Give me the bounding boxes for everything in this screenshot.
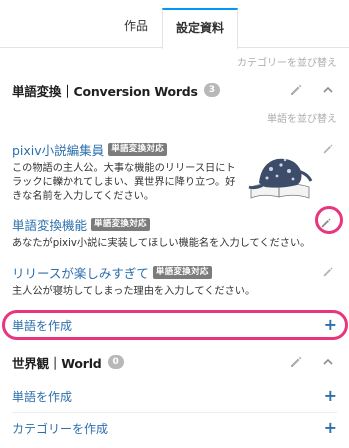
tab-bar: 作品 設定資料 — [0, 8, 349, 49]
conversion-tag: 単語変換対応 — [108, 143, 167, 156]
word-description: 主人公が寝坊してしまった理由を入力してください。 — [12, 286, 256, 297]
pencil-icon[interactable] — [319, 140, 337, 158]
word-title[interactable]: 単語変換機能 — [12, 215, 87, 234]
pencil-icon[interactable] — [319, 263, 337, 281]
word-thumbnail-image — [245, 151, 315, 201]
conversion-tag: 単語変換対応 — [152, 266, 212, 279]
word-sort-link[interactable]: 単語を並び替え — [267, 110, 337, 125]
plus-icon: + — [323, 418, 337, 437]
section-header-conversion: 単語変換｜Conversion Words 3 — [12, 78, 337, 102]
tab-settings[interactable]: 設定資料 — [162, 8, 238, 49]
highlight-circle — [315, 206, 343, 234]
plus-icon: + — [323, 386, 337, 405]
section-header-world: 世界観｜World 0 — [12, 350, 337, 374]
word-description: この物語の主人公。大事な機能のリリース日にトラックに轢かれてしまい、異世界に降り… — [12, 163, 236, 202]
count-badge: 0 — [107, 355, 124, 369]
word-item[interactable]: リリースが楽しみすぎて 単語変換対応 主人公が寝坊してしまった理由を入力してくだ… — [12, 263, 337, 299]
tab-works[interactable]: 作品 — [111, 8, 161, 48]
word-description: あなたがpixiv小説に実装してほしい機能名を入力してください。 — [12, 238, 311, 249]
divider — [12, 412, 337, 413]
chevron-up-icon[interactable] — [319, 81, 337, 99]
create-word-label: 単語を作成 — [12, 389, 73, 404]
create-category-button[interactable]: カテゴリーを作成 + — [12, 418, 337, 438]
word-title[interactable]: リリースが楽しみすぎて — [12, 263, 149, 282]
chevron-up-icon[interactable] — [319, 353, 337, 371]
category-sort-link[interactable]: カテゴリーを並び替え — [237, 54, 337, 69]
pencil-icon[interactable] — [287, 353, 305, 371]
section-title: 単語変換｜Conversion Words — [12, 83, 198, 99]
word-item[interactable]: 単語変換機能 単語変換対応 あなたがpixiv小説に実装してほしい機能名を入力し… — [12, 215, 337, 251]
create-word-button[interactable]: 単語を作成 + — [12, 386, 337, 406]
section-title: 世界観｜World — [12, 355, 102, 371]
count-badge: 3 — [203, 83, 221, 97]
word-title[interactable]: pixiv小説編集員 — [12, 140, 104, 159]
conversion-tag: 単語変換対応 — [91, 218, 150, 231]
highlight-pill — [2, 310, 348, 340]
pencil-icon[interactable] — [287, 81, 305, 99]
create-category-label: カテゴリーを作成 — [12, 421, 109, 436]
